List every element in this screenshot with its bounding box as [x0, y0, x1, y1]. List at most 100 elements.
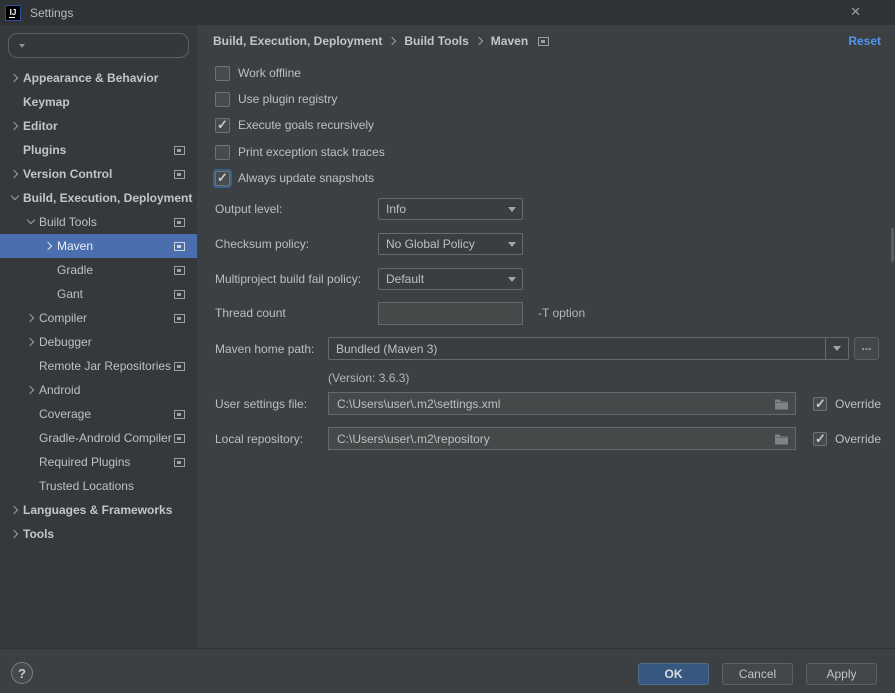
sidebar-item-version-control[interactable]: Version Control — [0, 162, 197, 186]
local-repository-input[interactable] — [329, 428, 795, 449]
help-button[interactable]: ? — [11, 662, 33, 684]
checksum-policy-select[interactable]: No Global Policy — [378, 233, 523, 255]
option-use-plugin-registry[interactable]: ✓ Use plugin registry — [215, 88, 337, 110]
breadcrumb-segment-maven: Maven — [491, 34, 528, 48]
maven-settings-panel: Build, Execution, Deployment Build Tools… — [197, 25, 895, 648]
settings-box-icon — [174, 410, 185, 419]
settings-box-icon — [174, 266, 185, 275]
sidebar-item-languages-frameworks[interactable]: Languages & Frameworks — [0, 498, 197, 522]
folder-icon[interactable] — [774, 398, 789, 410]
sidebar-item-build-execution-deployment[interactable]: Build, Execution, Deployment — [0, 186, 197, 210]
maven-version-note: (Version: 3.6.3) — [328, 371, 409, 385]
window-titlebar: IJ Settings ✕ — [0, 0, 895, 25]
apply-button[interactable]: Apply — [806, 663, 877, 685]
use-plugin-registry-checkbox[interactable]: ✓ — [215, 92, 230, 107]
override-user-settings-checkbox[interactable]: ✓ — [813, 397, 827, 411]
settings-search-box[interactable] — [8, 33, 189, 58]
chevron-right-icon[interactable] — [8, 71, 22, 85]
sidebar-item-debugger[interactable]: Debugger — [0, 330, 197, 354]
sidebar-item-coverage[interactable]: Coverage — [0, 402, 197, 426]
settings-search-input[interactable] — [25, 39, 192, 53]
option-execute-goals-recursively[interactable]: ✓ Execute goals recursively — [215, 114, 374, 136]
sidebar-item-required-plugins[interactable]: Required Plugins — [0, 450, 197, 474]
chevron-right-icon[interactable] — [8, 527, 22, 541]
chevron-right-icon[interactable] — [24, 311, 38, 325]
user-settings-file-input[interactable] — [329, 393, 795, 414]
chevron-right-icon[interactable] — [42, 239, 56, 253]
sidebar-item-gradle-android-compiler[interactable]: Gradle-Android Compiler — [0, 426, 197, 450]
folder-icon[interactable] — [774, 433, 789, 445]
dialog-footer: ? OK Cancel Apply — [0, 648, 895, 693]
settings-box-icon — [174, 218, 185, 227]
chevron-down-icon[interactable] — [502, 234, 522, 254]
maven-home-label: Maven home path: — [215, 342, 328, 356]
intellij-logo-icon: IJ — [5, 5, 21, 21]
settings-box-icon — [174, 458, 185, 467]
settings-box-icon — [174, 170, 185, 179]
sidebar-item-plugins[interactable]: Plugins — [0, 138, 197, 162]
scrollbar-thumb[interactable] — [891, 228, 894, 262]
chevron-down-icon[interactable] — [24, 215, 38, 229]
chevron-right-icon — [386, 34, 400, 48]
always-update-snapshots-checkbox[interactable]: ✓ — [215, 171, 230, 186]
breadcrumb-segment-build-tools[interactable]: Build Tools — [404, 34, 468, 48]
breadcrumb: Build, Execution, Deployment Build Tools… — [213, 30, 881, 52]
chevron-right-icon[interactable] — [8, 167, 22, 181]
settings-box-icon — [174, 242, 185, 251]
checksum-policy-label: Checksum policy: — [215, 237, 378, 251]
sidebar-item-compiler[interactable]: Compiler — [0, 306, 197, 330]
chevron-down-icon[interactable] — [825, 338, 848, 359]
settings-box-icon — [174, 146, 185, 155]
chevron-down-icon[interactable] — [8, 191, 22, 205]
settings-box-icon — [538, 37, 549, 46]
reset-link[interactable]: Reset — [848, 34, 881, 48]
sidebar-item-build-tools[interactable]: Build Tools — [0, 210, 197, 234]
sidebar-item-gradle[interactable]: Gradle — [0, 258, 197, 282]
sidebar-item-remote-jar-repositories[interactable]: Remote Jar Repositories — [0, 354, 197, 378]
output-level-label: Output level: — [215, 202, 378, 216]
user-settings-file-label: User settings file: — [215, 397, 328, 411]
sidebar-item-trusted-locations[interactable]: Trusted Locations — [0, 474, 197, 498]
ok-button[interactable]: OK — [638, 663, 709, 685]
sidebar-item-maven[interactable]: Maven — [0, 234, 197, 258]
sidebar-item-keymap[interactable]: Keymap — [0, 90, 197, 114]
sidebar-item-gant[interactable]: Gant — [0, 282, 197, 306]
multiproject-fail-policy-label: Multiproject build fail policy: — [215, 272, 378, 286]
print-exception-stack-traces-checkbox[interactable]: ✓ — [215, 145, 230, 160]
override-local-repository[interactable]: ✓ Override — [813, 432, 881, 446]
chevron-right-icon[interactable] — [8, 503, 22, 517]
chevron-right-icon[interactable] — [24, 383, 38, 397]
settings-box-icon — [174, 362, 185, 371]
local-repository-label: Local repository: — [215, 432, 328, 446]
window-title: Settings — [30, 6, 73, 20]
option-work-offline[interactable]: ✓ Work offline — [215, 62, 301, 84]
override-user-settings[interactable]: ✓ Override — [813, 397, 881, 411]
sidebar-item-editor[interactable]: Editor — [0, 114, 197, 138]
sidebar-item-appearance-behavior[interactable]: Appearance & Behavior — [0, 66, 197, 90]
chevron-right-icon[interactable] — [8, 119, 22, 133]
option-print-exception-stack-traces[interactable]: ✓ Print exception stack traces — [215, 141, 385, 163]
browse-button[interactable]: ... — [854, 337, 879, 360]
thread-count-input[interactable] — [379, 303, 550, 324]
chevron-down-icon[interactable] — [502, 199, 522, 219]
sidebar-item-tools[interactable]: Tools — [0, 522, 197, 546]
chevron-down-icon[interactable] — [502, 269, 522, 289]
work-offline-checkbox[interactable]: ✓ — [215, 66, 230, 81]
settings-dialog: IJ Settings ✕ Appearance & Behavior Keym… — [0, 0, 895, 693]
chevron-right-icon[interactable] — [24, 335, 38, 349]
multiproject-fail-policy-select[interactable]: Default — [378, 268, 523, 290]
thread-count-label: Thread count — [215, 306, 378, 320]
option-always-update-snapshots[interactable]: ✓ Always update snapshots — [215, 167, 374, 189]
cancel-button[interactable]: Cancel — [722, 663, 793, 685]
settings-box-icon — [174, 434, 185, 443]
output-level-select[interactable]: Info — [378, 198, 523, 220]
maven-home-select[interactable]: Bundled (Maven 3) — [328, 337, 849, 360]
settings-tree: Appearance & Behavior Keymap Editor Plug… — [0, 66, 197, 546]
settings-box-icon — [174, 290, 185, 299]
settings-sidebar: Appearance & Behavior Keymap Editor Plug… — [0, 25, 197, 648]
close-icon[interactable]: ✕ — [850, 4, 861, 20]
breadcrumb-segment-build-execution-deployment[interactable]: Build, Execution, Deployment — [213, 34, 382, 48]
sidebar-item-android[interactable]: Android — [0, 378, 197, 402]
override-local-repository-checkbox[interactable]: ✓ — [813, 432, 827, 446]
execute-goals-recursively-checkbox[interactable]: ✓ — [215, 118, 230, 133]
